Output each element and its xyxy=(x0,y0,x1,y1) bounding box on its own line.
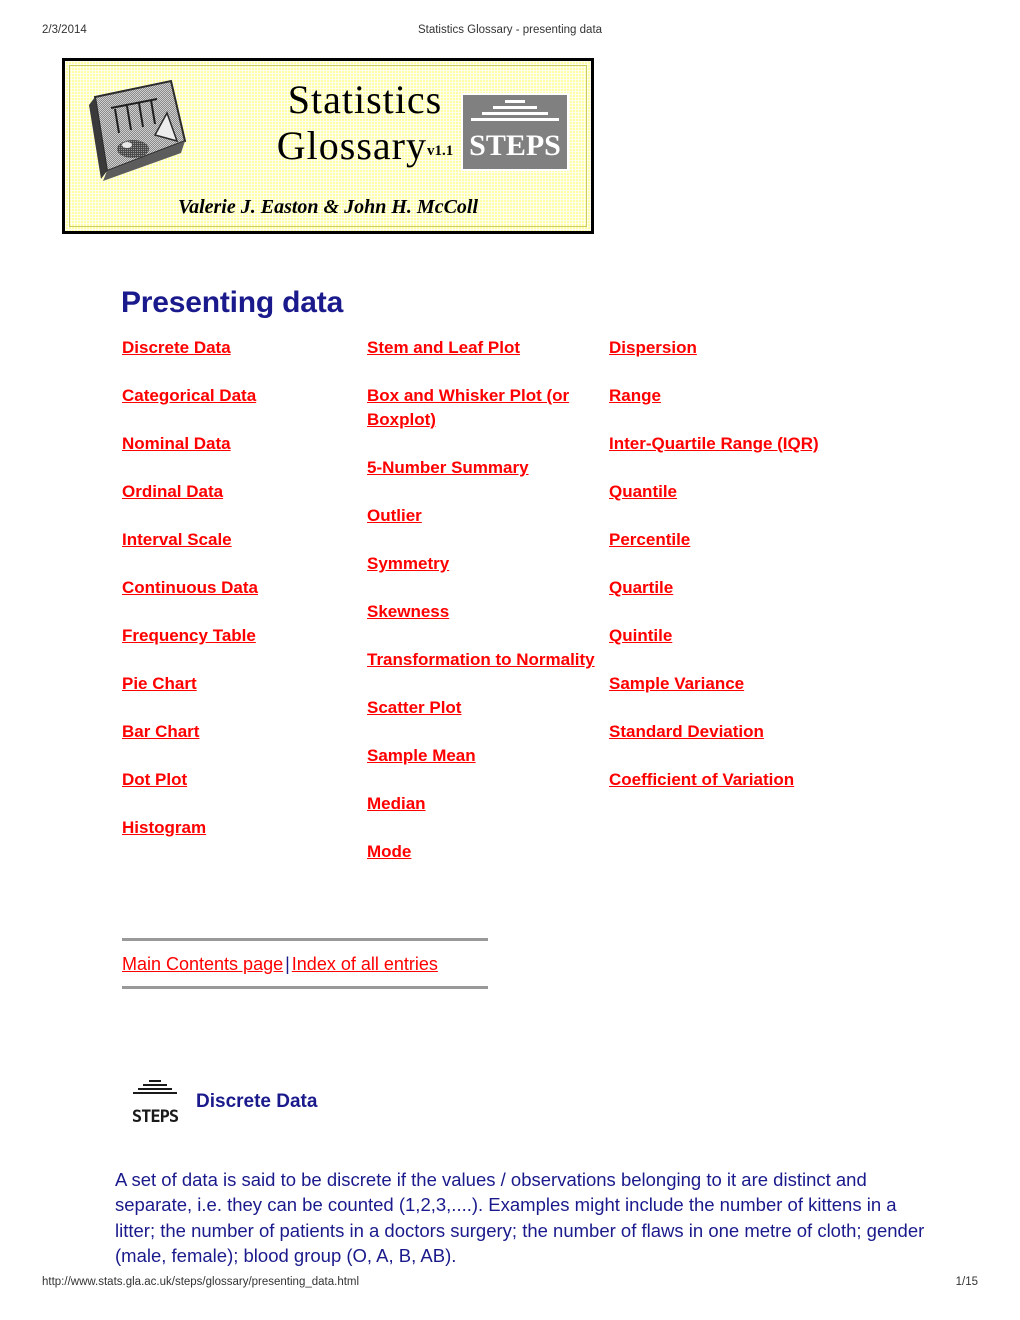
section-title: Discrete Data xyxy=(196,1091,318,1112)
print-footer: http://www.stats.gla.ac.uk/steps/glossar… xyxy=(0,1276,1020,1292)
book-chart-image xyxy=(89,79,187,181)
glossary-column-2: Stem and Leaf Plot Box and Whisker Plot … xyxy=(367,336,597,888)
glossary-link[interactable]: Sample Mean xyxy=(367,744,597,768)
glossary-link[interactable]: Dispersion xyxy=(609,336,859,360)
steps-icon-word: STEPS xyxy=(131,1107,179,1127)
print-header-title: Statistics Glossary - presenting data xyxy=(417,24,603,36)
steps-logo-badge: STEPS xyxy=(461,93,569,171)
glossary-link[interactable]: Quantile xyxy=(609,480,859,504)
glossary-link[interactable]: Quartile xyxy=(609,576,859,600)
banner-authors: Valerie J. Easton & John H. McColl xyxy=(177,196,479,218)
glossary-link[interactable]: Nominal Data xyxy=(122,432,362,456)
index-of-entries-link[interactable]: Index of all entries xyxy=(292,954,438,974)
print-footer-url: http://www.stats.gla.ac.uk/steps/glossar… xyxy=(42,1276,360,1288)
glossary-link[interactable]: Histogram xyxy=(122,816,362,840)
glossary-link[interactable]: Percentile xyxy=(609,528,859,552)
glossary-link[interactable]: Ordinal Data xyxy=(122,480,362,504)
glossary-link[interactable]: 5-Number Summary xyxy=(367,456,597,480)
nav-separator: | xyxy=(285,954,290,974)
glossary-column-3: Dispersion Range Inter-Quartile Range (I… xyxy=(609,336,859,816)
steps-logo-word: STEPS xyxy=(469,129,561,162)
glossary-link[interactable]: Discrete Data xyxy=(122,336,362,360)
glossary-link[interactable]: Dot Plot xyxy=(122,768,362,792)
print-footer-page: 1/15 xyxy=(955,1276,978,1288)
glossary-link[interactable]: Box and Whisker Plot (or Boxplot) xyxy=(367,384,597,432)
glossary-link[interactable]: Scatter Plot xyxy=(367,696,597,720)
glossary-link[interactable]: Inter-Quartile Range (IQR) xyxy=(609,432,859,456)
glossary-link[interactable]: Coefficient of Variation xyxy=(609,768,859,792)
glossary-link[interactable]: Bar Chart xyxy=(122,720,362,744)
section-body-text: A set of data is said to be discrete if … xyxy=(115,1168,925,1267)
steps-pyramid-icon xyxy=(463,100,567,130)
glossary-link[interactable]: Mode xyxy=(367,840,597,864)
glossary-link[interactable]: Interval Scale xyxy=(122,528,362,552)
glossary-link[interactable]: Pie Chart xyxy=(122,672,362,696)
glossary-link[interactable]: Skewness xyxy=(367,600,597,624)
glossary-link[interactable]: Continuous Data xyxy=(122,576,362,600)
main-contents-link[interactable]: Main Contents page xyxy=(122,954,283,974)
print-header: 2/3/2014 Statistics Glossary - presentin… xyxy=(0,24,1020,40)
banner-title-line2: Glossary xyxy=(276,123,427,168)
banner-version: v1.1 xyxy=(426,143,454,159)
footer-nav-links: Main Contents page | Index of all entries xyxy=(122,941,488,986)
glossary-link[interactable]: Quintile xyxy=(609,624,859,648)
glossary-link[interactable]: Median xyxy=(367,792,597,816)
glossary-column-1: Discrete Data Categorical Data Nominal D… xyxy=(122,336,362,864)
steps-pyramid-icon xyxy=(130,1080,180,1096)
glossary-link[interactable]: Symmetry xyxy=(367,552,597,576)
glossary-link[interactable]: Frequency Table xyxy=(122,624,362,648)
steps-icon: STEPS xyxy=(130,1078,180,1126)
footer-navigation: Main Contents page | Index of all entries xyxy=(122,938,488,989)
glossary-link[interactable]: Stem and Leaf Plot xyxy=(367,336,597,360)
site-banner: Statistics Glossaryv1.1 STEPS Valerie J.… xyxy=(62,58,594,234)
glossary-link[interactable]: Sample Variance xyxy=(609,672,859,696)
divider-bottom xyxy=(122,986,488,989)
glossary-link[interactable]: Transformation to Normality xyxy=(367,648,597,672)
glossary-link[interactable]: Range xyxy=(609,384,859,408)
page-title: Presenting data xyxy=(121,286,344,320)
glossary-link[interactable]: Outlier xyxy=(367,504,597,528)
section-heading: STEPS Discrete Data xyxy=(130,1078,317,1126)
glossary-link[interactable]: Categorical Data xyxy=(122,384,362,408)
glossary-link[interactable]: Standard Deviation xyxy=(609,720,859,744)
